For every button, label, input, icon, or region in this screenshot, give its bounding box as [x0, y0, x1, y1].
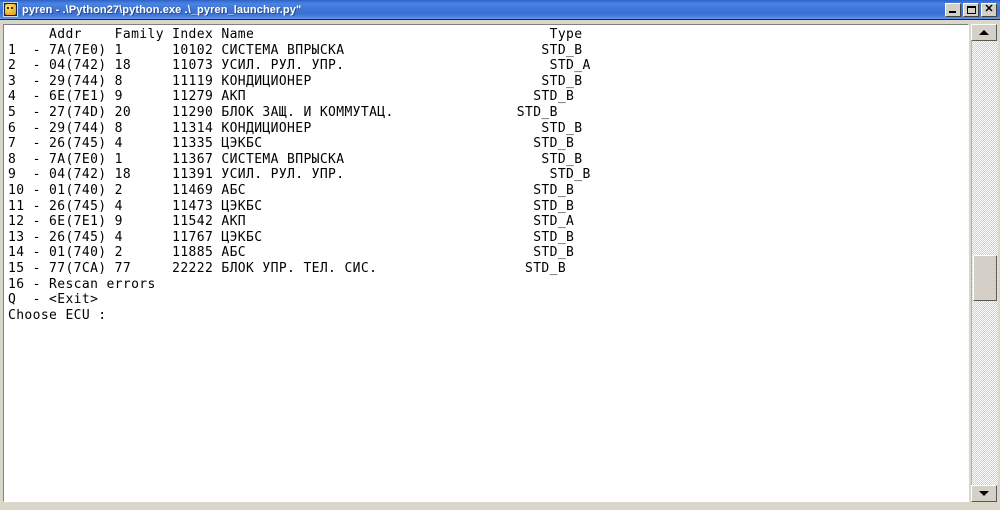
maximize-button[interactable] [963, 2, 979, 17]
scrollbar-track[interactable] [971, 41, 998, 485]
python-app-icon-glyph [5, 4, 16, 15]
python-app-icon[interactable] [3, 2, 18, 17]
resize-grip[interactable] [974, 504, 1000, 510]
window-client-area: Addr Family Index Name Type 1 - 7A(7E0) … [0, 20, 1000, 510]
scroll-down-button[interactable] [971, 485, 997, 502]
scroll-down-arrow-icon [979, 491, 989, 496]
scroll-up-arrow-icon [979, 30, 989, 35]
minimize-icon [949, 10, 956, 13]
minimize-button[interactable] [945, 2, 961, 17]
close-button[interactable]: ✕ [981, 2, 997, 17]
scroll-up-button[interactable] [971, 24, 997, 41]
close-icon: ✕ [984, 3, 994, 15]
app-window: pyren - .\Python27\python.exe .\_pyren_l… [0, 0, 1000, 510]
title-bar[interactable]: pyren - .\Python27\python.exe .\_pyren_l… [0, 0, 1000, 20]
window-title: pyren - .\Python27\python.exe .\_pyren_l… [22, 3, 302, 16]
maximize-icon [967, 5, 976, 14]
scrollbar-thumb[interactable] [973, 255, 997, 301]
console-text: Addr Family Index Name Type 1 - 7A(7E0) … [8, 27, 591, 323]
window-controls: ✕ [943, 2, 997, 17]
vertical-scrollbar[interactable] [971, 24, 998, 502]
console-output-area[interactable]: Addr Family Index Name Type 1 - 7A(7E0) … [3, 24, 969, 502]
